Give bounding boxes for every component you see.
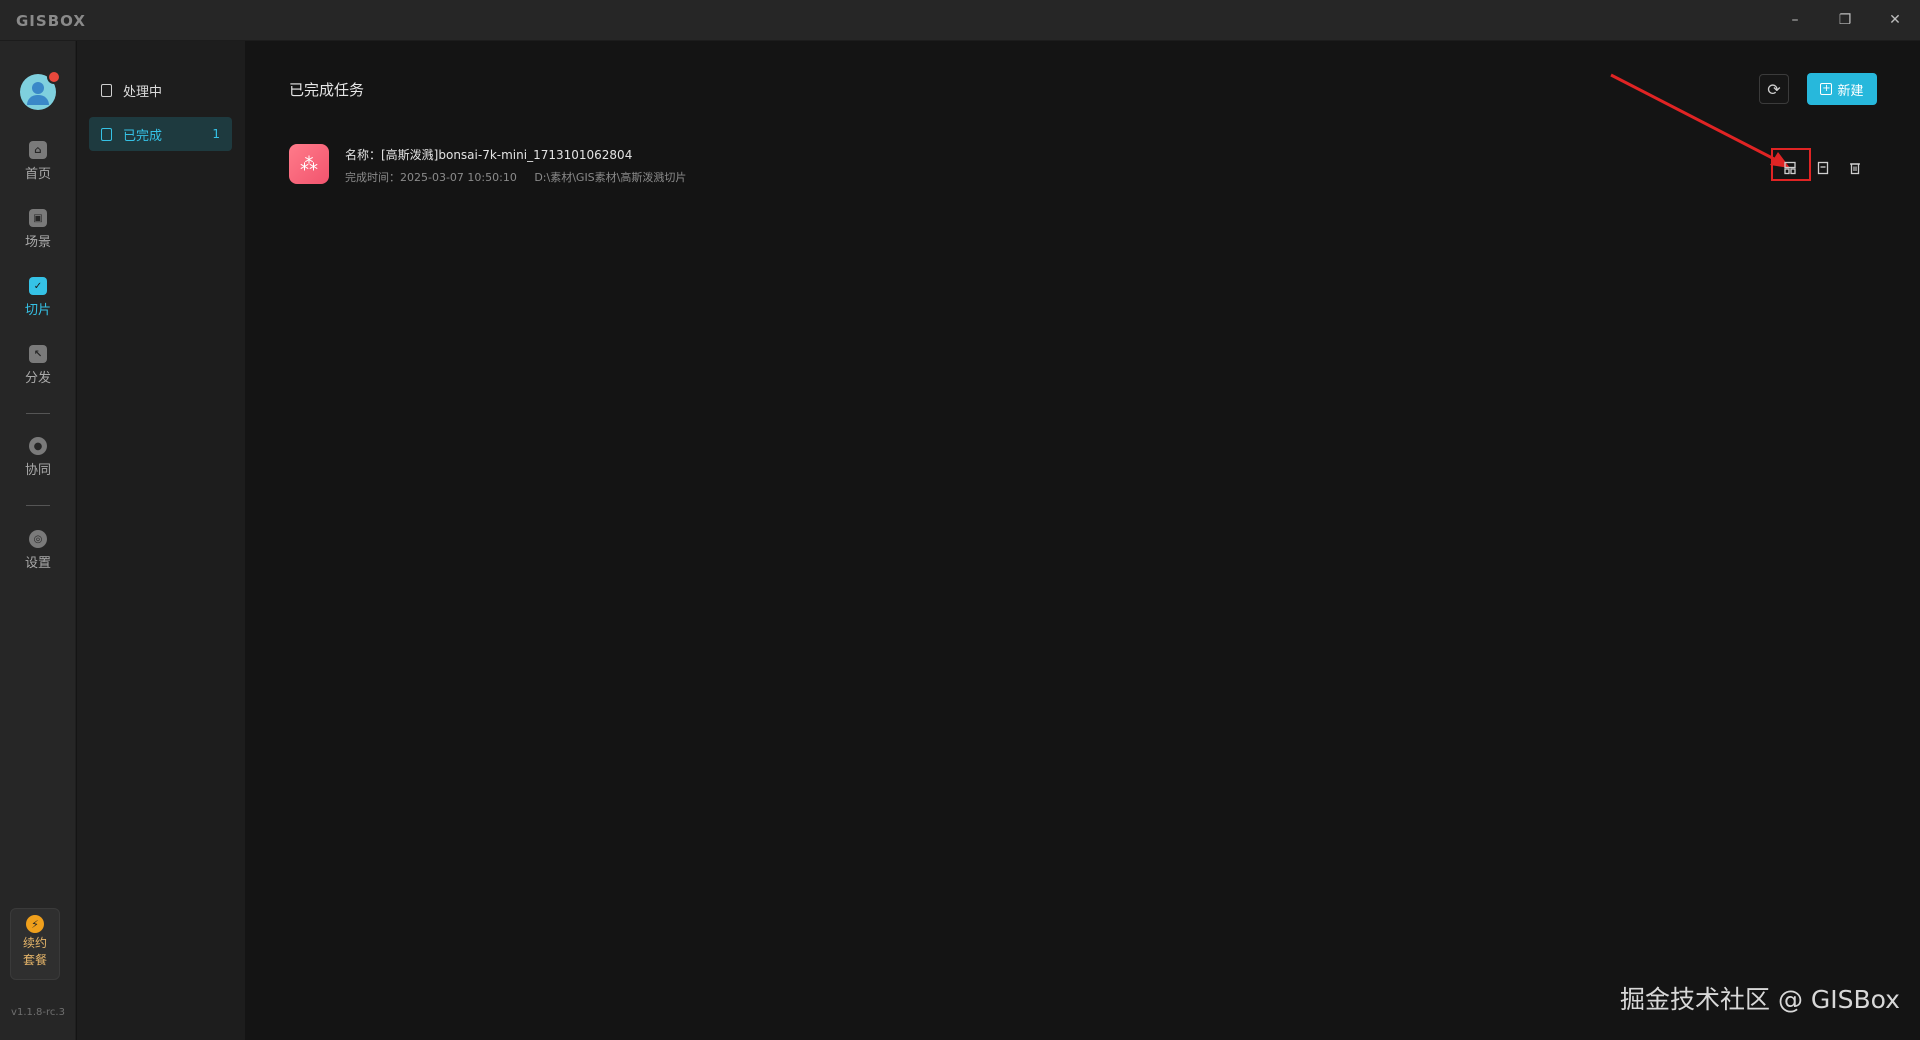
home-icon: ⌂ bbox=[29, 141, 47, 159]
subnav-item-completed[interactable]: 已完成 1 bbox=[89, 117, 232, 151]
lock-icon: ● bbox=[29, 437, 47, 455]
nav-label: 首页 bbox=[24, 167, 51, 182]
nav-item-collab[interactable]: ● 协同 bbox=[0, 437, 76, 493]
slice-icon: ✓ bbox=[29, 277, 47, 295]
page-title: 已完成任务 bbox=[289, 81, 365, 99]
preview-glyph bbox=[1784, 161, 1796, 175]
gear-icon: ◎ bbox=[29, 530, 47, 548]
distribute-icon: ↖ bbox=[29, 345, 47, 363]
nav-label: 切片 bbox=[24, 303, 51, 318]
promo-label-1: 续约 bbox=[22, 936, 47, 950]
promo-label-2: 套餐 bbox=[22, 953, 47, 967]
main-sidebar: ⌂ 首页 ▣ 场景 ✓ 切片 ↖ 分发 ● 协同 ◎ 设置 ⚡ 续约 套餐 v1… bbox=[0, 41, 76, 1040]
task-time: 完成时间：2025-03-07 10:50:10 bbox=[345, 171, 517, 184]
nav-label: 分发 bbox=[24, 371, 51, 386]
nav-divider bbox=[26, 505, 50, 506]
nav-item-home[interactable]: ⌂ 首页 bbox=[0, 141, 76, 197]
avatar-head bbox=[32, 82, 44, 94]
nav-divider bbox=[26, 413, 50, 414]
subnav-label: 处理中 bbox=[123, 84, 163, 100]
task-meta: 完成时间：2025-03-07 10:50:10 D:\素材\GIS素材\高斯泼… bbox=[345, 169, 686, 185]
watermark: 掘金技术社区 @ GISBox bbox=[1620, 985, 1900, 1014]
cube-icon: ▣ bbox=[29, 209, 47, 227]
task-path: D:\素材\GIS素材\高斯泼溅切片 bbox=[534, 171, 687, 184]
folder-icon[interactable] bbox=[1813, 158, 1833, 178]
trash-glyph bbox=[1850, 163, 1860, 175]
subnav-item-processing[interactable]: 处理中 bbox=[89, 73, 232, 107]
add-icon: + bbox=[1820, 83, 1833, 95]
preview-icon[interactable] bbox=[1780, 158, 1800, 178]
sub-sidebar: 处理中 已完成 1 bbox=[77, 41, 245, 1040]
file-icon bbox=[101, 83, 112, 97]
task-name: 名称：[高斯泼溅]bonsai-7k-mini_1713101062804 bbox=[345, 148, 633, 162]
version-label: v1.1.8-rc.3 bbox=[11, 1007, 65, 1018]
maximize-button[interactable]: ❐ bbox=[1820, 0, 1870, 40]
folder-glyph bbox=[1817, 161, 1829, 175]
subnav-label: 已完成 bbox=[123, 128, 163, 144]
lightning-icon: ⚡ bbox=[26, 915, 44, 933]
title-bar: GISBOX – ❐ ✕ bbox=[0, 0, 1920, 41]
file-check-icon bbox=[101, 127, 112, 141]
close-button[interactable]: ✕ bbox=[1870, 0, 1920, 40]
app-logo: GISBOX bbox=[16, 12, 86, 30]
notification-badge bbox=[47, 70, 61, 84]
delete-icon[interactable] bbox=[1845, 158, 1865, 178]
avatar-body bbox=[27, 95, 49, 105]
nav-label: 协同 bbox=[24, 463, 51, 478]
nav-item-settings[interactable]: ◎ 设置 bbox=[0, 530, 76, 586]
gaussian-splat-icon: ⁂ bbox=[289, 144, 329, 184]
nav-item-scene[interactable]: ▣ 场景 bbox=[0, 209, 76, 265]
nav-item-slice[interactable]: ✓ 切片 bbox=[0, 277, 76, 333]
nav-label: 场景 bbox=[24, 235, 51, 250]
minimize-button[interactable]: – bbox=[1770, 0, 1820, 40]
nav-item-distribute[interactable]: ↖ 分发 bbox=[0, 345, 76, 401]
renew-plan-button[interactable]: ⚡ 续约 套餐 bbox=[10, 908, 60, 980]
new-button-label: 新建 bbox=[1837, 83, 1864, 99]
count-badge: 1 bbox=[212, 127, 220, 141]
annotation-arrow bbox=[1610, 73, 1790, 168]
new-button[interactable]: + 新建 bbox=[1807, 73, 1877, 105]
main-content: 已完成任务 ⟳ + 新建 ⁂ 名称：[高斯泼溅]bonsai-7k-mini_1… bbox=[246, 41, 1920, 1040]
nav-label: 设置 bbox=[24, 556, 51, 571]
